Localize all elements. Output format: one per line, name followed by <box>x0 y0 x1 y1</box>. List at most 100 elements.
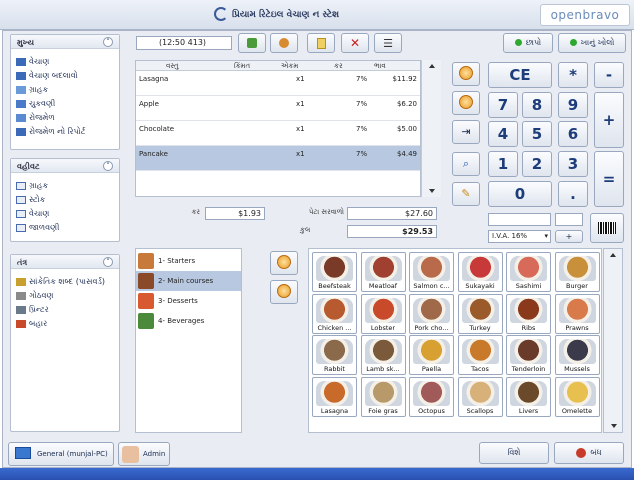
key-dot[interactable]: . <box>558 181 588 207</box>
sidebar-item-close-cash[interactable]: રોજમેળ <box>11 111 119 125</box>
key-6[interactable]: 6 <box>558 121 588 147</box>
key-9[interactable]: 9 <box>558 92 588 118</box>
product-scrollbar[interactable] <box>603 248 623 433</box>
scroll-up-icon[interactable] <box>610 253 616 257</box>
host-button[interactable]: General (munjal-PC) <box>8 442 114 466</box>
keypad-input[interactable] <box>488 213 551 226</box>
product-tile[interactable]: Tenderloin <box>506 335 551 375</box>
user-button[interactable]: Admin <box>118 442 170 466</box>
key-multiply[interactable]: * <box>558 62 588 88</box>
product-tile[interactable]: Pork cho... <box>409 293 454 334</box>
sidebar-group-header[interactable]: તંત્ર ˄ <box>11 255 119 269</box>
product-tile[interactable]: Lamb sk... <box>360 335 406 375</box>
sidebar-item-cash-report[interactable]: રોજમેળ નો રિપોર્ટ <box>11 125 119 139</box>
product-tile[interactable]: Paella <box>409 335 454 375</box>
sidebar-group-header[interactable]: મુખ્ય ˄ <box>11 35 119 49</box>
product-tile[interactable]: Livers <box>506 376 551 417</box>
category-item-selected[interactable]: 2- Main courses <box>136 271 241 291</box>
product-tile[interactable]: Lobster <box>360 293 406 334</box>
category-item[interactable]: 4- Beverages <box>136 311 241 331</box>
sidebar-item-maintenance[interactable]: જાળવણી <box>11 221 119 235</box>
key-2[interactable]: 2 <box>522 151 552 177</box>
product-tile[interactable]: Lasagna <box>312 376 357 417</box>
sidebar-item-payments[interactable]: ચુકવણી <box>11 97 119 111</box>
sidebar-item-edit-sales[interactable]: વેચાણ બદલાવો <box>11 69 119 83</box>
close-button[interactable]: બંધ <box>554 442 624 464</box>
order-scrollbar[interactable] <box>421 60 441 197</box>
product-tile[interactable]: Chicken ... <box>312 293 357 334</box>
product-tile[interactable]: Sukayaki <box>457 252 503 292</box>
category-up-button[interactable] <box>270 251 298 275</box>
product-tile[interactable]: Meatloaf <box>360 252 406 292</box>
key-0[interactable]: 0 <box>488 181 552 207</box>
order-row[interactable]: Lasagna x1 7% $11.92 <box>136 71 420 96</box>
tax-select[interactable]: I.V.A. 16% ▾ <box>488 230 551 243</box>
key-ce[interactable]: CE <box>488 62 552 88</box>
chevron-up-icon[interactable]: ˄ <box>103 37 113 47</box>
pencil-button[interactable]: ✎ <box>452 182 480 206</box>
category-item[interactable]: 1- Starters <box>136 251 241 271</box>
sidebar-item-sales[interactable]: વેચાણ <box>11 55 119 69</box>
key-8[interactable]: 8 <box>522 92 552 118</box>
sidebar-item-password[interactable]: સાંકેતિક શબ્દ (પાસવર્ડ) <box>11 275 119 289</box>
key-7[interactable]: 7 <box>488 92 518 118</box>
key-3[interactable]: 3 <box>558 151 588 177</box>
sidebar-item-customers[interactable]: ગ્રાહક <box>11 83 119 97</box>
chevron-up-icon[interactable]: ˄ <box>103 161 113 171</box>
sidebar-item-exit[interactable]: બહાર <box>11 317 119 331</box>
search-button[interactable]: ⌕ <box>452 152 480 176</box>
key-4[interactable]: 4 <box>488 121 518 147</box>
tax-plus-button[interactable]: + <box>555 230 583 243</box>
product-tile[interactable]: Salmon c... <box>409 252 454 292</box>
sidebar-group-header[interactable]: વહીવટ ˄ <box>11 159 119 173</box>
product-tile[interactable]: Scallops <box>457 376 503 417</box>
increase-qty-button[interactable] <box>452 62 480 86</box>
sidebar-item-configuration[interactable]: ગોઠવણ <box>11 289 119 303</box>
scroll-up-icon[interactable] <box>428 64 435 68</box>
book-icon <box>16 210 26 218</box>
product-tile[interactable]: Tacos <box>457 335 503 375</box>
product-tile[interactable]: Beefsteak <box>312 252 357 292</box>
scroll-down-icon[interactable] <box>429 189 435 193</box>
keypad-input-secondary[interactable] <box>555 213 583 226</box>
print-button[interactable]: છાપો <box>503 33 553 53</box>
order-row-selected[interactable]: Pancake x1 7% $4.49 <box>136 146 420 171</box>
sidebar-item-admin-customers[interactable]: ગ્રાહક <box>11 179 119 193</box>
notes-button[interactable] <box>307 33 335 53</box>
order-row[interactable]: Chocolate x1 7% $5.00 <box>136 121 420 146</box>
product-tile[interactable]: Octopus <box>409 376 454 417</box>
list-button[interactable]: ☰ <box>374 33 402 53</box>
barcode-button[interactable] <box>590 213 624 243</box>
open-drawer-button[interactable]: ખાનું ખોલો <box>558 33 626 53</box>
customer-button[interactable] <box>270 33 298 53</box>
product-tile[interactable]: Ribs <box>506 293 551 334</box>
new-ticket-button[interactable] <box>238 33 266 53</box>
drawer-icon <box>569 39 577 46</box>
chevron-up-icon[interactable]: ˄ <box>103 257 113 267</box>
product-tile[interactable]: Turkey <box>457 293 503 334</box>
product-tile[interactable]: Rabbit <box>312 335 357 375</box>
delete-ticket-button[interactable]: ✕ <box>341 33 369 53</box>
key-plus[interactable]: + <box>594 92 624 148</box>
key-minus[interactable]: - <box>594 62 624 88</box>
product-tile[interactable]: Mussels <box>554 335 600 375</box>
scroll-down-icon[interactable] <box>611 424 617 428</box>
key-1[interactable]: 1 <box>488 151 518 177</box>
sidebar-item-stock[interactable]: સ્ટોક <box>11 193 119 207</box>
sidebar-item-printer[interactable]: પ્રિન્ટર <box>11 303 119 317</box>
product-tile[interactable]: Burger <box>554 252 600 292</box>
edit-line-button[interactable]: ⇥ <box>452 120 480 144</box>
product-tile[interactable]: Sashimi <box>506 252 551 292</box>
about-button[interactable]: વિશે <box>479 442 549 464</box>
key-5[interactable]: 5 <box>522 121 552 147</box>
sidebar-item-admin-sales[interactable]: વેચાણ <box>11 207 119 221</box>
product-tile[interactable]: Omelette <box>554 376 600 417</box>
category-down-button[interactable] <box>270 280 298 304</box>
category-item[interactable]: 3- Desserts <box>136 291 241 311</box>
category-thumbnail <box>138 293 154 309</box>
key-equals[interactable]: = <box>594 151 624 207</box>
product-tile[interactable]: Foie gras <box>360 376 406 417</box>
order-row[interactable]: Apple x1 7% $6.20 <box>136 96 420 121</box>
decrease-qty-button[interactable] <box>452 91 480 115</box>
product-tile[interactable]: Prawns <box>554 293 600 334</box>
